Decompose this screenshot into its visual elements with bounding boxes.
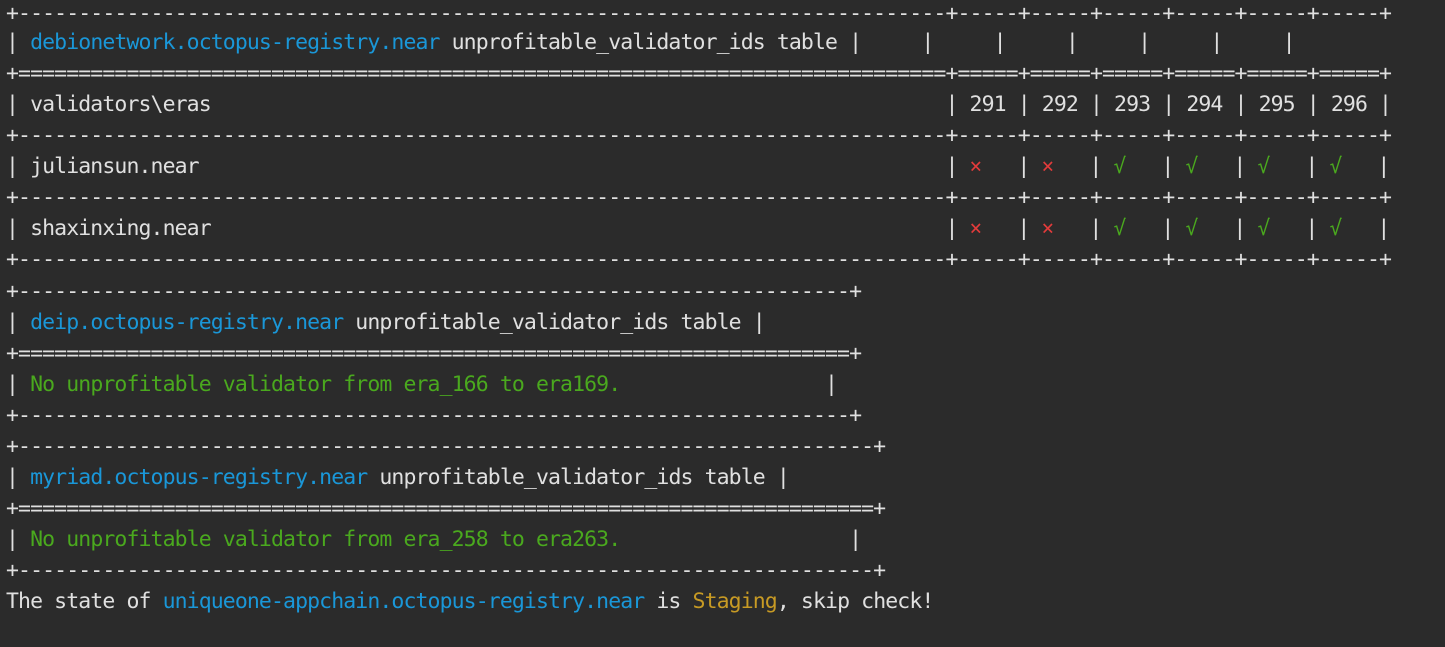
- terminal-text: +---------------------------------------…: [6, 1, 1392, 26]
- terminal-text: |: [1125, 216, 1186, 241]
- terminal-line: | No unprofitable validator from era_258…: [6, 524, 862, 555]
- terminal-line: +=======================================…: [6, 338, 862, 369]
- terminal-text: |: [981, 216, 1042, 241]
- registry-name: uniqueone-appchain.octopus-registry.near: [162, 589, 646, 614]
- terminal-line: +=======================================…: [6, 58, 1392, 89]
- terminal-text: |: [6, 310, 31, 335]
- terminal-text: | shaxinxing.near |: [6, 216, 970, 241]
- cross-mark-icon: ×: [969, 216, 983, 240]
- terminal-text: |: [1269, 154, 1330, 179]
- terminal-text: |: [620, 527, 862, 552]
- terminal-text: |: [1125, 154, 1186, 179]
- check-mark-icon: √: [1257, 154, 1270, 178]
- terminal-line: | myriad.octopus-registry.near unprofita…: [6, 462, 790, 493]
- check-mark-icon: √: [1257, 216, 1270, 240]
- terminal-line: +---------------------------------------…: [6, 120, 1392, 151]
- terminal-text: , skip check!: [776, 589, 934, 614]
- terminal-text: |: [1341, 216, 1390, 241]
- terminal-text: |: [1197, 216, 1258, 241]
- terminal-text: +---------------------------------------…: [6, 185, 1392, 210]
- cross-mark-icon: ×: [1041, 216, 1055, 240]
- terminal-line: | deip.octopus-registry.near unprofitabl…: [6, 307, 766, 338]
- check-mark-icon: √: [1329, 216, 1342, 240]
- terminal-line: +---------------------------------------…: [6, 182, 1392, 213]
- cross-mark-icon: ×: [1041, 154, 1055, 178]
- registry-name: deip.octopus-registry.near: [30, 310, 344, 335]
- terminal-text: +---------------------------------------…: [6, 403, 862, 428]
- terminal-text: +=======================================…: [6, 341, 862, 366]
- terminal-line: | debionetwork.octopus-registry.near unp…: [6, 27, 1296, 58]
- terminal-text: |: [1053, 216, 1114, 241]
- state-badge: Staging: [692, 589, 778, 614]
- terminal-line: +=======================================…: [6, 493, 886, 524]
- terminal-text: +=======================================…: [6, 61, 1392, 86]
- terminal-line: | juliansun.near | × | × | √ | √ | √ | √…: [6, 151, 1390, 182]
- terminal-line: +---------------------------------------…: [6, 431, 886, 462]
- status-message: No unprofitable validator from era_258 t…: [30, 527, 621, 552]
- terminal-text: |: [6, 465, 31, 490]
- terminal-text: unprofitable_validator_ids table |: [367, 465, 789, 490]
- terminal-text: |: [1197, 154, 1258, 179]
- terminal-text: |: [981, 154, 1042, 179]
- terminal-text: The state of: [6, 589, 163, 614]
- terminal-text: |: [620, 372, 838, 397]
- terminal-text: unprofitable_validator_ids table | | | |…: [439, 30, 1296, 55]
- terminal-text: |: [6, 527, 31, 552]
- check-mark-icon: √: [1329, 154, 1342, 178]
- terminal-text: +---------------------------------------…: [6, 279, 862, 304]
- check-mark-icon: √: [1113, 154, 1127, 178]
- check-mark-icon: √: [1113, 216, 1127, 240]
- terminal-line: | shaxinxing.near | × | × | √ | √ | √ | …: [6, 213, 1390, 244]
- terminal-text: unprofitable_validator_ids table |: [343, 310, 765, 335]
- terminal-text: |: [1269, 216, 1330, 241]
- terminal-line: +---------------------------------------…: [6, 244, 1392, 275]
- terminal-text: +---------------------------------------…: [6, 558, 886, 583]
- terminal-text: | juliansun.near |: [6, 154, 970, 179]
- terminal-text: is: [644, 589, 693, 614]
- terminal-text: +---------------------------------------…: [6, 247, 1392, 272]
- terminal-text: |: [6, 30, 31, 55]
- terminal-line: The state of uniqueone-appchain.octopus-…: [6, 586, 934, 617]
- terminal-text: |: [6, 372, 31, 397]
- registry-name: myriad.octopus-registry.near: [30, 465, 368, 490]
- terminal-text: |: [1053, 154, 1114, 179]
- terminal-text: +=======================================…: [6, 496, 886, 521]
- terminal-line: +---------------------------------------…: [6, 555, 886, 586]
- cross-mark-icon: ×: [969, 154, 983, 178]
- status-message: No unprofitable validator from era_166 t…: [30, 372, 621, 397]
- terminal-text: +---------------------------------------…: [6, 123, 1392, 148]
- terminal-line: | validators\eras | 291 | 292 | 293 | 29…: [6, 89, 1392, 120]
- registry-name: debionetwork.octopus-registry.near: [30, 30, 440, 55]
- check-mark-icon: √: [1185, 154, 1198, 178]
- terminal-line: | No unprofitable validator from era_166…: [6, 369, 838, 400]
- terminal-text: +---------------------------------------…: [6, 434, 886, 459]
- terminal-output[interactable]: +---------------------------------------…: [6, 0, 1441, 647]
- terminal-line: +---------------------------------------…: [6, 400, 862, 431]
- terminal-text: |: [1341, 154, 1390, 179]
- terminal-text: | validators\eras | 291 | 292 | 293 | 29…: [6, 92, 1392, 117]
- terminal-line: +---------------------------------------…: [6, 276, 862, 307]
- terminal-line: +---------------------------------------…: [6, 0, 1392, 29]
- check-mark-icon: √: [1185, 216, 1198, 240]
